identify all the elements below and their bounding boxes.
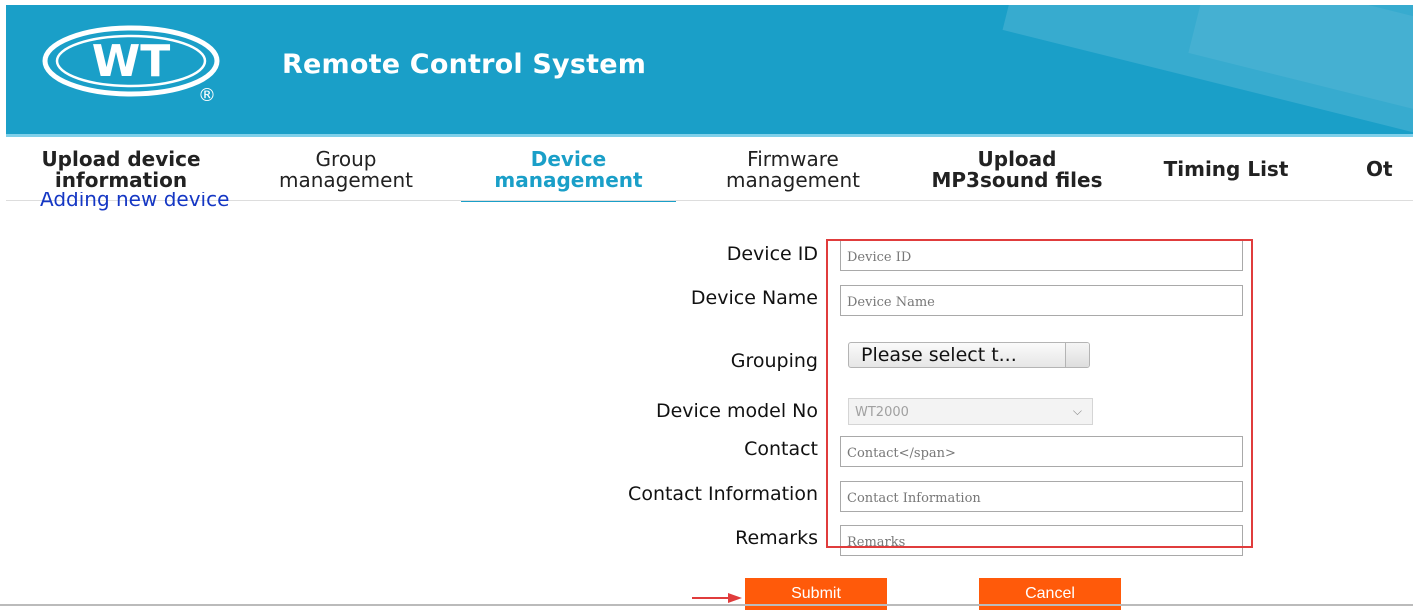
- tab-upload-mp3-sound-files[interactable]: Upload MP3sound files: [906, 137, 1128, 202]
- device-id-input[interactable]: Device ID: [840, 240, 1243, 271]
- device-name-placeholder: Device Name: [847, 295, 935, 310]
- tab-timing-list[interactable]: Timing List: [1136, 137, 1316, 202]
- tab-label-line2: information: [54, 167, 188, 192]
- tab-label-line2: management: [726, 167, 860, 192]
- contact-information-placeholder: Contact Information: [847, 491, 981, 506]
- chevron-down-icon: ⌵: [1072, 404, 1082, 418]
- section-title: Adding new device: [40, 192, 229, 214]
- tab-label-line2: MP3sound files: [931, 167, 1103, 192]
- device-name-input[interactable]: Device Name: [840, 285, 1243, 316]
- tab-label: Ot: [1366, 157, 1393, 181]
- tab-firmware-management[interactable]: Firmware management: [688, 137, 898, 202]
- contact-label: Contact: [744, 438, 818, 460]
- tab-label-line2: management: [279, 167, 413, 192]
- bottom-divider: [0, 604, 1413, 606]
- contact-placeholder: Contact</span>: [847, 446, 956, 461]
- tab-label-line2: management: [494, 167, 643, 192]
- red-arrow-icon: [692, 593, 742, 603]
- remarks-input[interactable]: Remarks: [840, 525, 1243, 556]
- device-name-label: Device Name: [690, 287, 818, 309]
- registered-mark: ®: [198, 85, 216, 105]
- app-header: WT ® Remote Control System: [6, 5, 1413, 134]
- logo-text: WT: [92, 36, 171, 87]
- tab-label: Timing List: [1163, 157, 1289, 181]
- grouping-label: Grouping: [730, 350, 818, 372]
- app-title: Remote Control System: [282, 49, 647, 80]
- contact-information-input[interactable]: Contact Information: [840, 481, 1243, 512]
- remarks-placeholder: Remarks: [847, 535, 906, 550]
- device-model-label: Device model No: [655, 400, 818, 422]
- contact-input[interactable]: Contact</span>: [840, 436, 1243, 467]
- grouping-selected-value: Please select t...: [861, 344, 1017, 366]
- remarks-label: Remarks: [735, 527, 818, 549]
- contact-information-label: Contact Information: [628, 483, 818, 505]
- tab-group-management[interactable]: Group management: [239, 137, 453, 202]
- wt-logo: WT ®: [42, 25, 220, 105]
- device-model-select[interactable]: WT2000 ⌵: [848, 398, 1093, 425]
- tab-other[interactable]: Ot: [1366, 137, 1413, 202]
- device-id-label: Device ID: [726, 243, 818, 265]
- grouping-dropdown-button[interactable]: [1065, 343, 1089, 367]
- tab-device-management[interactable]: Device management: [461, 137, 676, 202]
- grouping-select[interactable]: Please select t...: [848, 342, 1090, 368]
- section-title-text: Adding new device: [40, 192, 230, 211]
- device-model-selected-value: WT2000: [855, 405, 909, 420]
- device-id-placeholder: Device ID: [847, 250, 912, 265]
